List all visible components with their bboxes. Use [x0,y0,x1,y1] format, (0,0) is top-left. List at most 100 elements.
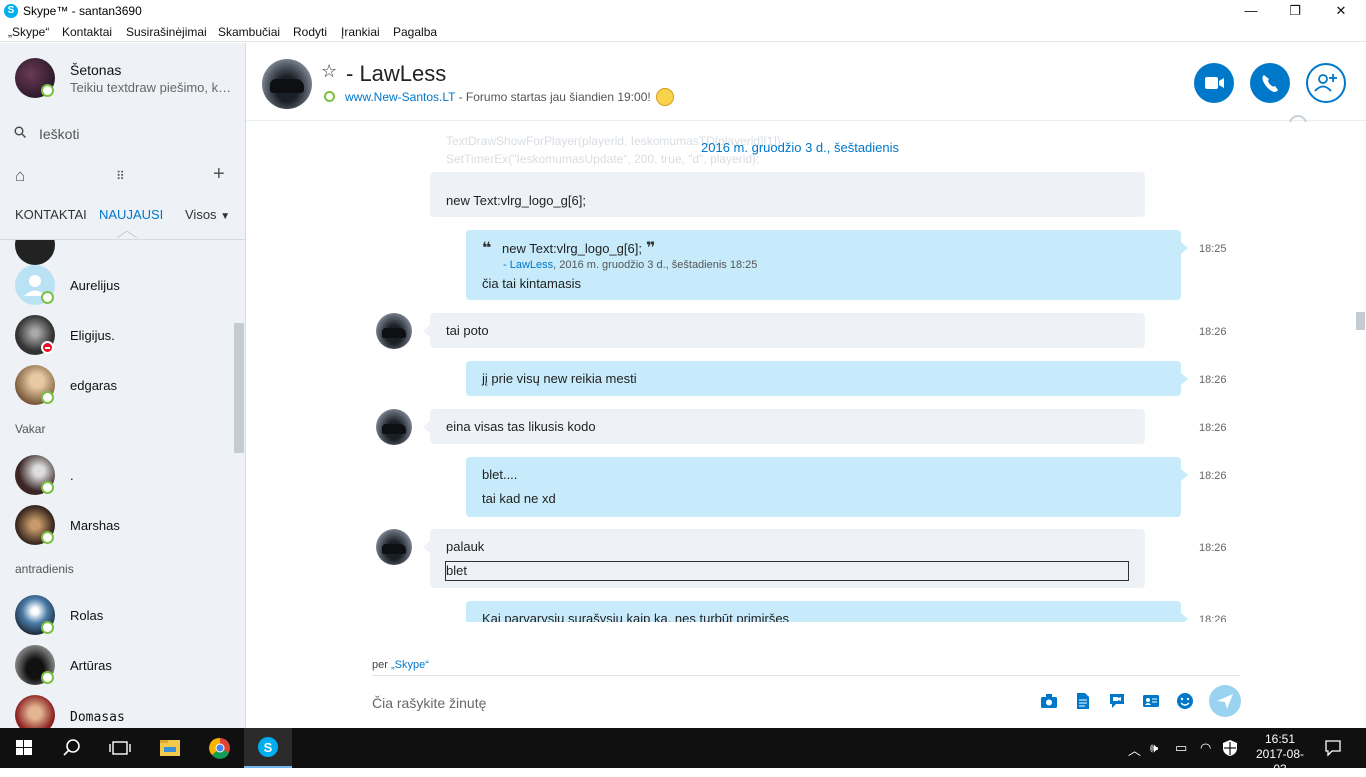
mood-link[interactable]: www.New-Santos.LT [345,90,455,104]
minimize-button[interactable]: — [1228,0,1274,22]
message-text: blet.... [482,467,518,482]
volume-icon[interactable]: 🕪 [1150,740,1158,756]
message-time: 18:26 [1199,470,1227,482]
chevron-up-icon[interactable]: ︿ [1128,740,1141,759]
tab-contacts[interactable]: KONTAKTAI [15,207,87,222]
send-via-label: per „Skype“ [372,659,429,671]
contact-item[interactable]: Rolas [0,591,234,641]
skype-icon: S [258,737,278,757]
clock-date: 2017-08-03 [1255,747,1305,776]
message-outgoing-quote[interactable]: ❝ new Text:vlrg_logo_g[6]; ❞ - LawLess, … [466,230,1188,300]
video-call-button[interactable] [1194,63,1234,103]
profile-name[interactable]: Šetonas [70,62,121,78]
via-link[interactable]: „Skype“ [391,659,429,671]
message-time: 18:26 [1199,542,1227,554]
divider [372,675,1240,676]
add-contact-plus-icon[interactable]: + [213,163,225,186]
message-incoming[interactable]: eina visas tas likusis kodo [423,409,1145,444]
skype-logo-icon: S [4,4,18,18]
send-media-icon[interactable] [1040,692,1058,710]
quote-close-icon: ❞ [646,240,656,257]
tab-recent[interactable]: NAUJAUSI [99,207,163,222]
message-text: jį prie visų new reikia mesti [482,371,637,386]
contact-item[interactable]: edgaras [0,361,234,411]
emoticon-icon [656,88,675,106]
contact-item[interactable]: . [0,451,234,501]
menu-skype[interactable]: „Skype“ [8,25,49,39]
send-file-icon[interactable] [1074,692,1092,710]
send-plane-icon [1217,694,1233,709]
wifi-icon[interactable]: ◠ [1200,740,1211,756]
file-explorer-icon[interactable] [146,728,194,768]
send-contact-icon[interactable] [1142,692,1160,710]
menu-contacts[interactable]: Kontaktai [62,25,112,39]
message-incoming[interactable]: palauk blet [423,529,1145,588]
sender-avatar[interactable] [376,529,412,565]
message-input[interactable]: Čia rašykite žinutę [372,695,486,711]
contact-item[interactable]: Aurelijus [0,261,234,311]
message-text: čia tai kintamasis [482,276,581,291]
clock-time: 16:51 [1264,732,1296,746]
phone-icon [1262,75,1278,92]
message-time: 18:26 [1199,422,1227,434]
message-text: blet [446,563,467,578]
conversation-scrollbar[interactable] [1356,312,1365,330]
add-person-icon [1314,74,1337,92]
message-text: tai kad ne xd [482,491,556,506]
message-outgoing[interactable]: jį prie visų new reikia mesti [466,361,1188,396]
task-view-icon[interactable] [96,728,144,768]
dialpad-icon[interactable]: ⠿ [116,169,125,183]
menu-calls[interactable]: Skambučiai [218,25,280,39]
contact-item[interactable]: Artūras [0,641,234,691]
window-title: Skype™ - santan3690 [23,4,142,18]
windows-start-icon[interactable] [0,728,48,768]
restore-button[interactable]: ❐ [1272,0,1318,22]
contact-item[interactable]: Eligijus. [0,311,234,361]
tab-all-dropdown[interactable]: Visos ▼ [185,207,230,222]
chat-title: - LawLess [346,61,447,86]
message-incoming[interactable]: new Text:vlrg_logo_g[6]; [430,172,1145,217]
sender-avatar[interactable] [376,313,412,349]
close-button[interactable]: ✕ [1318,0,1364,22]
video-message-icon[interactable] [1108,692,1126,710]
system-clock[interactable]: 16:51 2017-08-03 [1250,732,1310,777]
message-outgoing[interactable]: blet.... tai kad ne xd [466,457,1188,517]
home-icon[interactable]: ⌂ [15,166,25,186]
message-incoming[interactable]: tai poto [423,313,1145,348]
defender-shield-icon[interactable] [1222,739,1238,757]
contact-avatar[interactable] [262,59,312,109]
quote-source: - LawLess, 2016 m. gruodžio 3 d., šeštad… [503,259,757,271]
profile-mood[interactable]: Teikiu textdraw piešimo, kod... [70,80,235,95]
sidebar-scrollbar[interactable] [234,323,244,453]
presence-online-icon [41,291,54,304]
taskbar: S ︿ 🕪 ▭ ◠ 16:51 2017-08-03 [0,728,1366,776]
presence-online-icon [41,671,54,684]
menu-tools[interactable]: Įrankiai [341,25,380,39]
menu-conversations[interactable]: Susirašinėjimai [126,25,207,39]
favorite-star-icon[interactable]: ☆ [321,61,337,82]
date-separator: 2016 m. gruodžio 3 d., šeštadienis [701,140,900,155]
via-prefix: per [372,659,391,671]
svg-text:S: S [264,740,273,755]
battery-icon[interactable]: ▭ [1175,740,1187,756]
message-time: 18:26 [1199,326,1227,338]
search-box[interactable]: Ieškoti [14,123,234,145]
menu-view[interactable]: Rodyti [293,25,327,39]
taskbar-skype-app[interactable]: S [244,728,292,768]
quote-author[interactable]: - LawLess [503,259,553,271]
chrome-icon[interactable] [196,728,244,768]
add-participant-button[interactable] [1306,63,1346,103]
audio-call-button[interactable] [1250,63,1290,103]
notifications-icon[interactable] [1324,739,1342,757]
selected-message-line[interactable] [445,561,1129,581]
search-icon[interactable] [48,728,96,768]
emoticon-picker-icon[interactable] [1176,692,1194,710]
menu-help[interactable]: Pagalba [393,25,437,39]
send-button[interactable] [1209,685,1241,717]
contact-name: Domasas [70,710,125,725]
message-outgoing[interactable]: Kai parvarysiu surašysiu kaip ka, nes tu… [466,601,1188,622]
search-input[interactable]: Ieškoti [39,126,79,142]
contact-item[interactable]: Domasas [0,691,234,728]
sender-avatar[interactable] [376,409,412,445]
contact-item[interactable]: Marshas [0,501,234,551]
